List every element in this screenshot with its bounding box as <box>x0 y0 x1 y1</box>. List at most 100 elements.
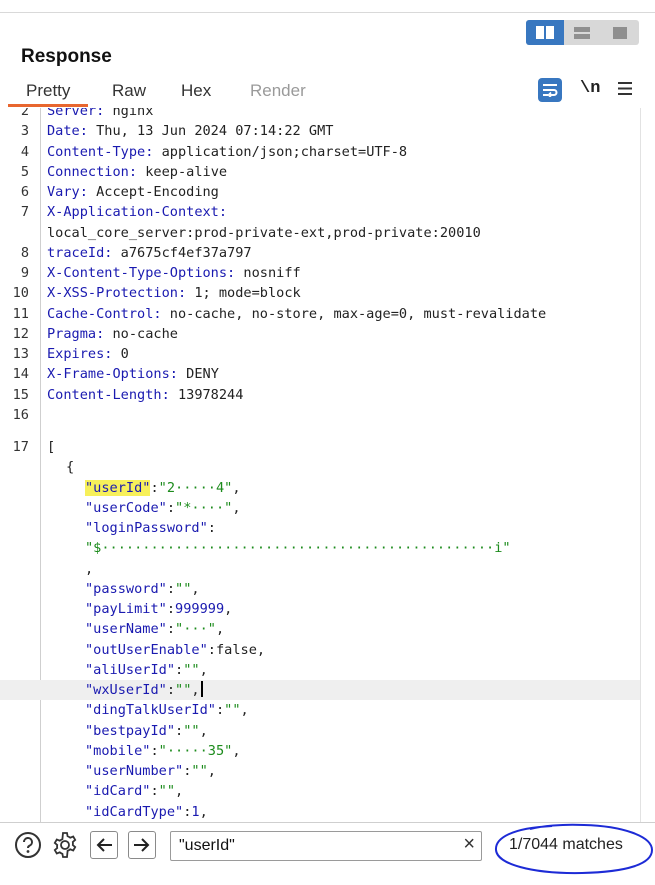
show-newlines-button[interactable]: \n <box>580 79 600 98</box>
json-text: "payLimit":999999, <box>85 599 232 619</box>
panel-title: Response <box>21 46 112 68</box>
json-line: "bestpayId":"", <box>0 721 640 741</box>
code-line: local_core_server:prod-private-ext,prod-… <box>0 223 640 243</box>
json-number-value: 999999 <box>175 601 224 617</box>
json-bracket: { <box>66 459 74 475</box>
code-line: 17[ <box>0 437 640 457</box>
header-value: no-cache, no-store, max-age=0, must-reva… <box>162 306 547 322</box>
hamburger-menu-icon <box>618 82 632 95</box>
header-value: keep-alive <box>137 164 227 180</box>
word-wrap-button[interactable] <box>538 78 562 102</box>
json-string-value: "" <box>183 662 199 678</box>
header-value: local_core_server:prod-private-ext,prod-… <box>47 225 481 241</box>
json-comma: , <box>200 804 208 820</box>
json-comma: , <box>208 763 216 779</box>
json-colon: : <box>167 682 175 698</box>
json-line: "aliUserId":"", <box>0 660 640 680</box>
header-name: Expires: <box>47 346 112 362</box>
header-value: nosniff <box>235 265 300 281</box>
code-line: 13Expires: 0 <box>0 344 640 364</box>
layout-stacked-button[interactable] <box>564 20 602 45</box>
header-value: Thu, 13 Jun 2024 07:14:22 GMT <box>88 123 334 139</box>
code-text: Date: Thu, 13 Jun 2024 07:14:22 GMT <box>47 121 333 141</box>
header-value: nginx <box>104 108 153 119</box>
help-button[interactable] <box>14 831 42 859</box>
line-number: 12 <box>0 324 29 344</box>
code-line: 5Connection: keep-alive <box>0 162 640 182</box>
code-line: 15Content-Length: 13978244 <box>0 385 640 405</box>
line-number: 14 <box>0 364 29 384</box>
match-count: 1/7044 matches <box>509 836 623 854</box>
json-colon: : <box>175 723 183 739</box>
json-key: "dingTalkUserId" <box>85 702 216 718</box>
json-text: , <box>85 559 93 579</box>
code-text: Expires: 0 <box>47 344 129 364</box>
json-text: { <box>66 457 74 477</box>
json-string-value: "···" <box>175 621 216 637</box>
json-colon: : <box>150 743 158 759</box>
json-line: "password":"", <box>0 579 640 599</box>
json-string-value: "$······································… <box>85 540 511 556</box>
tab-raw[interactable]: Raw <box>112 81 146 101</box>
layout-single-button[interactable] <box>601 20 639 45</box>
code-line: 11Cache-Control: no-cache, no-store, max… <box>0 304 640 324</box>
code-text: Cache-Control: no-cache, no-store, max-a… <box>47 304 546 324</box>
clear-search-button[interactable]: × <box>463 833 475 856</box>
tab-pretty[interactable]: Pretty <box>26 81 70 101</box>
previous-match-button[interactable] <box>90 831 118 859</box>
header-name: traceId: <box>47 245 112 261</box>
json-string-value: "" <box>175 581 191 597</box>
tab-hex[interactable]: Hex <box>181 81 211 101</box>
menu-button[interactable] <box>618 82 632 100</box>
json-string-value: "·····35" <box>159 743 233 759</box>
header-name: X-Content-Type-Options: <box>47 265 235 281</box>
header-value: application/json;charset=UTF-8 <box>153 144 407 160</box>
json-key: "outUserEnable" <box>85 642 208 658</box>
search-field: × <box>170 831 482 861</box>
settings-button[interactable] <box>51 831 79 859</box>
json-text: "mobile":"·····35", <box>85 741 241 761</box>
json-text: "loginPassword": <box>85 518 216 538</box>
json-key: "aliUserId" <box>85 662 175 678</box>
line-number: 3 <box>0 121 29 141</box>
code-text: local_core_server:prod-private-ext,prod-… <box>47 223 481 243</box>
json-text: "userCode":"*····", <box>85 498 241 518</box>
json-line: "wxUserId":"", <box>0 680 640 700</box>
code-text: Content-Type: application/json;charset=U… <box>47 142 407 162</box>
json-key: "userId" <box>85 480 150 496</box>
header-name: Cache-Control: <box>47 306 162 322</box>
json-key: "bestpayId" <box>85 723 175 739</box>
layout-side-by-side-button[interactable] <box>526 20 564 45</box>
code-text: X-Content-Type-Options: nosniff <box>47 263 301 283</box>
header-name: Pragma: <box>47 326 104 342</box>
header-value: 0 <box>112 346 128 362</box>
json-string-value: "2·····4" <box>159 480 233 496</box>
json-key: "loginPassword" <box>85 520 208 536</box>
json-key: "password" <box>85 581 167 597</box>
code-line: 2Server: nginx <box>0 108 640 121</box>
search-input[interactable] <box>179 835 449 857</box>
response-editor[interactable]: 2Server: nginx3 Date: Thu, 13 Jun 2024 07… <box>0 108 655 822</box>
json-comma: , <box>224 601 232 617</box>
header-value: Accept-Encoding <box>88 184 219 200</box>
line-number: 5 <box>0 162 29 182</box>
json-string-value: "" <box>183 723 199 739</box>
code-line: 4Content-Type: application/json;charset=… <box>0 142 640 162</box>
single-pane-icon <box>613 27 627 39</box>
json-key: "mobile" <box>85 743 150 759</box>
tab-render[interactable]: Render <box>250 81 306 101</box>
json-key: "userName" <box>85 621 167 637</box>
json-text: "userName":"···", <box>85 619 224 639</box>
json-key: "idCardType" <box>85 804 183 820</box>
header-value: 1; mode=block <box>186 285 301 301</box>
arrow-left-icon <box>95 837 113 853</box>
line-number: 15 <box>0 385 29 405</box>
json-line: { <box>0 457 640 477</box>
line-number: 2 <box>0 108 29 121</box>
next-match-button[interactable] <box>128 831 156 859</box>
json-boolean-value: false <box>216 642 257 658</box>
json-string-value: "" <box>175 682 191 698</box>
json-string-value: "" <box>224 702 240 718</box>
json-line: "userId":"2·····4", <box>0 478 640 498</box>
code-line: 3 Date: Thu, 13 Jun 2024 07:14:22 GMT <box>0 121 640 141</box>
